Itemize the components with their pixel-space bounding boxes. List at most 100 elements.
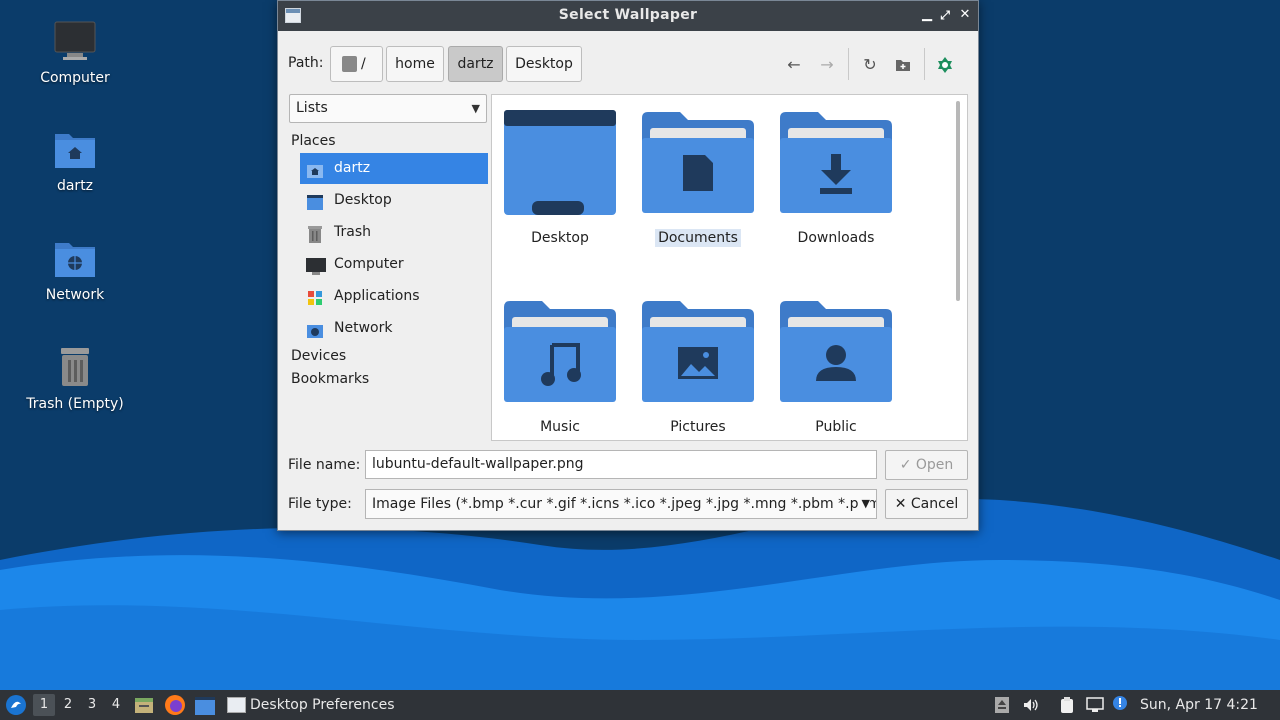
sidebar-item-label: Trash	[334, 224, 371, 240]
file-item-label: Documents	[655, 229, 741, 247]
workspace-4[interactable]: 4	[105, 694, 127, 716]
cancel-button[interactable]: ✕ Cancel	[885, 489, 968, 519]
documents-folder-icon	[642, 110, 754, 215]
refresh-icon[interactable]: ↻	[859, 54, 881, 76]
file-item-music[interactable]: Music	[495, 299, 625, 436]
file-item-downloads[interactable]: Downloads	[771, 110, 901, 247]
crumb-label: Desktop	[515, 56, 573, 72]
crumb-desktop[interactable]: Desktop	[506, 46, 582, 82]
file-item-pictures[interactable]: Pictures	[633, 299, 763, 436]
file-manager-icon[interactable]	[134, 695, 154, 715]
cancel-button-label: Cancel	[910, 496, 959, 512]
task-label: Desktop Preferences	[250, 697, 395, 713]
sidebar-item-label: Computer	[334, 256, 404, 272]
trash-icon	[306, 224, 324, 243]
workspace-1[interactable]: 1	[33, 694, 55, 716]
file-type-label: File type:	[288, 496, 352, 512]
minimize-icon[interactable]: ▁	[918, 6, 936, 24]
sidebar-item-label: dartz	[334, 160, 371, 176]
dialog-titlebar[interactable]: Select Wallpaper ▁ ⤢ ✕	[278, 1, 978, 31]
workspace-label: 2	[63, 697, 73, 712]
file-item-label: Downloads	[797, 230, 875, 246]
task-desktop-preferences[interactable]: Desktop Preferences	[226, 690, 396, 720]
public-folder-icon	[780, 299, 892, 404]
crumb-dartz[interactable]: dartz	[448, 46, 503, 82]
new-folder-icon[interactable]	[892, 54, 914, 76]
crumb-root[interactable]: /	[330, 46, 383, 82]
crumb-label: dartz	[457, 56, 494, 72]
eject-icon[interactable]	[994, 697, 1010, 713]
workspace-label: 4	[111, 697, 121, 712]
places-heading[interactable]: Places	[291, 133, 336, 149]
file-item-public[interactable]: Public	[771, 299, 901, 436]
computer-icon	[53, 20, 97, 64]
desktop-folder-icon	[504, 110, 616, 215]
desktop-icon-label: dartz	[56, 178, 94, 194]
pictures-folder-icon	[642, 299, 754, 404]
desktop-icon-home[interactable]: dartz	[20, 128, 130, 194]
sidebar-item-computer[interactable]: Computer	[300, 249, 488, 280]
file-item-documents[interactable]: Documents	[633, 110, 763, 247]
crumb-home[interactable]: home	[386, 46, 444, 82]
home-folder-icon	[53, 128, 97, 172]
start-menu-icon[interactable]	[5, 694, 27, 716]
home-folder-icon	[306, 160, 324, 178]
file-type-select[interactable]: Image Files (*.bmp *.cur *.gif *.icns *.…	[365, 489, 877, 519]
workspace-label: 1	[39, 697, 49, 712]
scrollbar[interactable]	[956, 101, 960, 301]
devices-heading[interactable]: Devices	[291, 348, 346, 364]
show-desktop-icon[interactable]	[195, 696, 215, 715]
crumb-label: /	[361, 56, 366, 72]
open-button[interactable]: ✓ Open	[885, 450, 968, 480]
forward-arrow-icon[interactable]: →	[816, 54, 838, 76]
sidebar-item-desktop[interactable]: Desktop	[300, 185, 488, 216]
desktop-icon-network[interactable]: Network	[20, 237, 130, 303]
file-item-label: Pictures	[670, 419, 726, 435]
workspace-3[interactable]: 3	[81, 694, 103, 716]
crumb-label: home	[395, 56, 435, 72]
volume-icon[interactable]	[1022, 697, 1038, 713]
workspace-label: 3	[87, 697, 97, 712]
file-name-input[interactable]: lubuntu-default-wallpaper.png	[365, 450, 877, 479]
file-name-label: File name:	[288, 457, 361, 473]
desktop-icon-label: Computer	[40, 70, 110, 86]
desktop-icon-computer[interactable]: Computer	[20, 20, 130, 86]
maximize-icon[interactable]: ⤢	[936, 6, 954, 24]
clock[interactable]: Sun, Apr 17 4:21 PM	[1140, 690, 1280, 720]
sidebar-item-label: Applications	[334, 288, 420, 304]
network-icon	[306, 320, 324, 338]
trash-icon	[53, 346, 97, 390]
check-icon: ✓	[899, 457, 912, 473]
view-mode-select[interactable]: Lists ▼	[289, 94, 487, 123]
sidebar-item-applications[interactable]: Applications	[300, 281, 488, 312]
sidebar-item-label: Network	[334, 320, 393, 336]
network-folder-icon	[53, 237, 97, 281]
chevron-down-icon: ▼	[471, 102, 480, 115]
view-mode-value: Lists	[296, 100, 328, 116]
notification-icon[interactable]	[1112, 695, 1128, 711]
bookmarks-heading[interactable]: Bookmarks	[291, 371, 369, 387]
sidebar-item-dartz[interactable]: dartz	[300, 153, 488, 184]
bookmark-icon[interactable]	[934, 54, 956, 76]
clipboard-icon[interactable]	[1059, 697, 1075, 713]
sidebar-item-network[interactable]: Network	[300, 313, 488, 344]
firefox-icon[interactable]	[164, 694, 186, 716]
file-item-desktop[interactable]: Desktop	[495, 110, 625, 247]
back-arrow-icon[interactable]: ←	[783, 54, 805, 76]
sidebar-item-trash[interactable]: Trash	[300, 217, 488, 248]
file-type-value: Image Files (*.bmp *.cur *.gif *.icns *.…	[372, 496, 877, 512]
open-button-label: Open	[915, 457, 954, 473]
music-folder-icon	[504, 299, 616, 404]
desktop-icon-trash[interactable]: Trash (Empty)	[20, 346, 130, 412]
applications-icon	[306, 288, 324, 305]
workspace-2[interactable]: 2	[57, 694, 79, 716]
drive-icon	[342, 56, 357, 72]
desktop-icon	[306, 192, 324, 210]
close-icon: ✕	[894, 496, 907, 512]
separator	[848, 48, 849, 80]
sidebar-item-label: Desktop	[334, 192, 392, 208]
close-icon[interactable]: ✕	[956, 6, 974, 24]
path-label: Path:	[288, 55, 324, 71]
file-grid[interactable]: Desktop Documents Downloads Music Pictur…	[491, 94, 968, 441]
network-status-icon[interactable]	[1086, 697, 1104, 713]
